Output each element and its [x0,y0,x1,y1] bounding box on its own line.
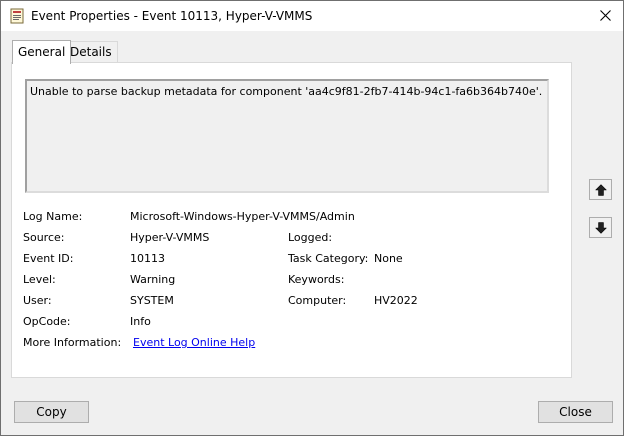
close-icon [600,10,611,21]
next-event-button[interactable] [589,217,612,238]
copy-button[interactable]: Copy [14,401,89,423]
task-category-value: None [374,252,403,265]
event-properties-window: Event Properties - Event 10113, Hyper-V-… [0,0,624,436]
user-value: SYSTEM [130,294,174,307]
event-log-icon [10,8,24,24]
more-information-label: More Information: [23,336,122,349]
computer-value: HV2022 [374,294,418,307]
task-category-label: Task Category: [288,252,369,265]
close-window-button[interactable] [589,1,623,31]
user-label: User: [23,294,52,307]
close-button[interactable]: Close [538,401,613,423]
tab-details[interactable]: Details [64,41,118,62]
window-title: Event Properties - Event 10113, Hyper-V-… [31,9,313,23]
opcode-label: OpCode: [23,315,71,328]
event-id-label: Event ID: [23,252,74,265]
logged-label: Logged: [288,231,333,244]
previous-event-button[interactable] [589,179,612,200]
source-value: Hyper-V-VMMS [130,231,210,244]
keywords-label: Keywords: [288,273,345,286]
computer-label: Computer: [288,294,347,307]
level-label: Level: [23,273,56,286]
event-log-online-help-link[interactable]: Event Log Online Help [133,336,255,349]
level-value: Warning [130,273,176,286]
log-name-value: Microsoft-Windows-Hyper-V-VMMS/Admin [130,210,355,223]
arrow-down-icon [595,222,607,234]
event-description[interactable]: Unable to parse backup metadata for comp… [25,79,549,193]
event-id-value: 10113 [130,252,165,265]
general-tab-panel: Unable to parse backup metadata for comp… [11,62,572,378]
title-bar[interactable]: Event Properties - Event 10113, Hyper-V-… [1,1,623,31]
arrow-up-icon [595,184,607,196]
tab-general[interactable]: General [12,40,72,64]
source-label: Source: [23,231,65,244]
log-name-label: Log Name: [23,210,83,223]
opcode-value: Info [130,315,151,328]
